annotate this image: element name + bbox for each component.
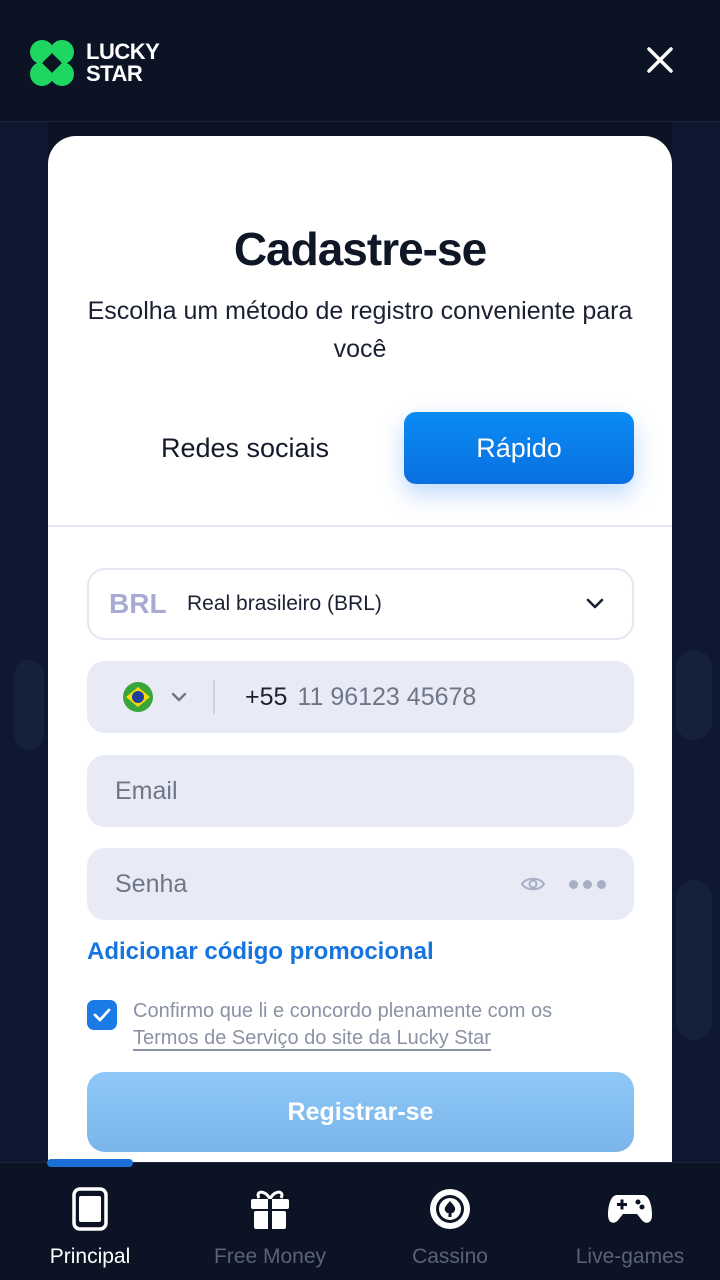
phone-number-input[interactable]: 11 96123 45678 <box>297 683 476 712</box>
gift-icon <box>251 1190 289 1229</box>
close-icon <box>647 47 673 73</box>
currency-select[interactable]: BRL Real brasileiro (BRL) <box>87 568 634 640</box>
chevron-down-icon <box>586 598 604 609</box>
modal-subtitle: Escolha um método de registro convenient… <box>87 297 633 363</box>
nav-label: Live-games <box>575 1245 685 1268</box>
email-field[interactable]: Email <box>87 755 634 827</box>
chevron-down-icon <box>171 692 187 702</box>
eye-icon[interactable] <box>521 875 545 893</box>
password-generator-icon[interactable] <box>569 879 606 889</box>
terms-label: Confirmo que li e concordo plenamente co… <box>133 1000 553 1022</box>
nav-label: Free Money <box>213 1245 327 1268</box>
background-shape <box>676 880 712 1040</box>
dial-code: +55 <box>245 682 288 711</box>
logo-line2: STAR <box>86 61 143 86</box>
nav-item-cassino[interactable]: Cassino <box>360 1185 540 1269</box>
bottom-navigation: Principal Free Money Cassino Live-games <box>0 1159 720 1280</box>
terms-checkbox[interactable] <box>87 1000 117 1030</box>
phone-field[interactable]: +55 11 96123 45678 <box>87 661 634 733</box>
nav-label: Principal <box>49 1245 131 1268</box>
background-shape <box>14 660 44 750</box>
add-promo-code-link[interactable]: Adicionar código promocional <box>87 938 434 966</box>
casino-chip-icon <box>430 1189 470 1229</box>
app-header: LUCKY STAR <box>0 0 720 122</box>
tab-quick[interactable]: Rápido <box>404 412 634 484</box>
register-button[interactable]: Registrar-se <box>87 1072 634 1152</box>
lucky-star-logo[interactable]: LUCKY STAR <box>28 38 160 88</box>
country-selector[interactable] <box>123 682 187 712</box>
logo-text: LUCKY STAR <box>86 39 160 86</box>
brazil-flag-icon <box>123 682 153 712</box>
nav-item-principal[interactable]: Principal <box>0 1185 180 1269</box>
terms-of-service-link[interactable]: Termos de Serviço do site da Lucky Star <box>133 1027 491 1051</box>
close-button[interactable] <box>640 40 680 80</box>
currency-name: Real brasileiro (BRL) <box>187 592 382 615</box>
logo-clover-icon <box>30 40 74 86</box>
nav-item-free-money[interactable]: Free Money <box>180 1185 360 1269</box>
password-placeholder: Senha <box>115 869 188 898</box>
tab-social-networks[interactable]: Redes sociais <box>110 412 380 484</box>
gamepad-icon <box>608 1195 652 1223</box>
check-icon <box>93 1008 111 1022</box>
modal-title: Cadastre-se <box>233 223 487 275</box>
terms-text: Confirmo que li e concordo plenamente co… <box>133 998 633 1052</box>
logo-line1: LUCKY <box>86 39 160 64</box>
email-placeholder: Email <box>115 776 178 805</box>
phone-icon <box>72 1187 108 1231</box>
currency-code: BRL <box>109 588 167 619</box>
background-shape <box>676 650 712 740</box>
password-field[interactable]: Senha <box>87 848 634 920</box>
active-tab-indicator <box>47 1159 133 1167</box>
field-separator <box>213 680 215 714</box>
nav-label: Cassino <box>412 1245 488 1268</box>
background-left <box>0 122 48 1162</box>
divider <box>48 525 672 527</box>
nav-item-live-games[interactable]: Live-games <box>540 1185 720 1269</box>
